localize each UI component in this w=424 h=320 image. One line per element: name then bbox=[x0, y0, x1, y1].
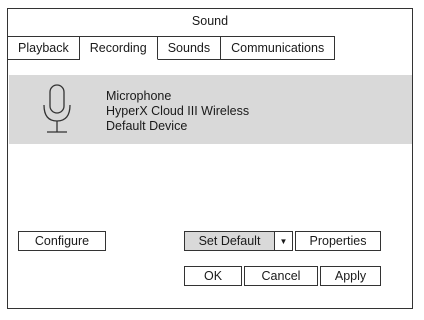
device-status: Default Device bbox=[106, 119, 188, 133]
sound-dialog: Sound Playback Recording Sounds Communic… bbox=[7, 8, 413, 309]
device-description: HyperX Cloud III Wireless bbox=[106, 104, 250, 118]
apply-button[interactable]: Apply bbox=[320, 266, 381, 286]
device-info: Microphone HyperX Cloud III Wireless Def… bbox=[106, 89, 249, 134]
chevron-down-icon[interactable]: ▼ bbox=[274, 232, 292, 250]
tab-sounds[interactable]: Sounds bbox=[157, 36, 222, 60]
microphone-icon bbox=[43, 84, 71, 133]
properties-button[interactable]: Properties bbox=[295, 231, 381, 251]
set-default-label: Set Default bbox=[198, 234, 261, 248]
tab-playback[interactable]: Playback bbox=[7, 36, 80, 60]
ok-button[interactable]: OK bbox=[184, 266, 242, 286]
set-default-button[interactable]: Set Default ▼ bbox=[184, 231, 293, 251]
cancel-button[interactable]: Cancel bbox=[244, 266, 318, 286]
device-name: Microphone bbox=[106, 89, 172, 103]
device-list-item-microphone[interactable]: Microphone HyperX Cloud III Wireless Def… bbox=[9, 75, 412, 144]
configure-button[interactable]: Configure bbox=[18, 231, 106, 251]
dialog-title: Sound bbox=[191, 14, 229, 28]
tab-recording[interactable]: Recording bbox=[79, 36, 158, 60]
tab-bar: Playback Recording Sounds Communications bbox=[7, 36, 336, 60]
tab-communications[interactable]: Communications bbox=[221, 36, 336, 60]
